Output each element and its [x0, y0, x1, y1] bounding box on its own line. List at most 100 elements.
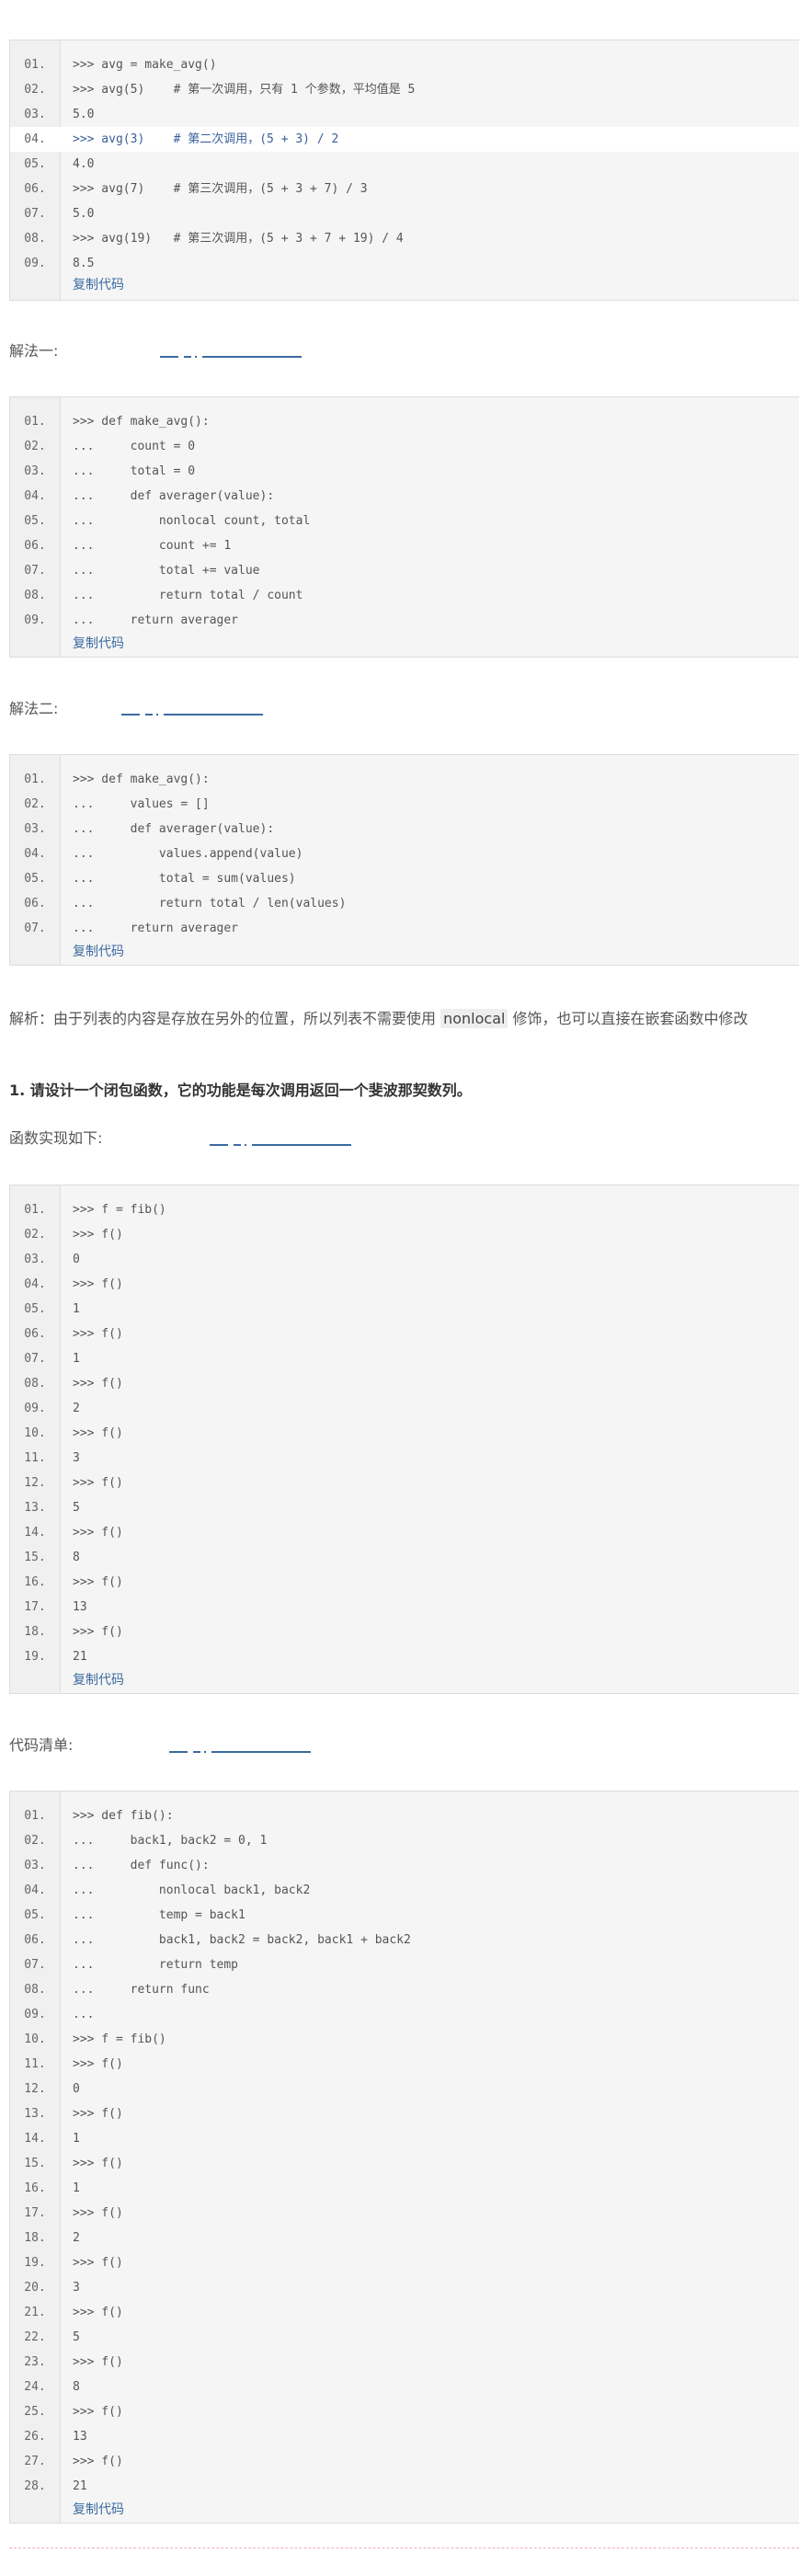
line-number: 03.	[24, 1859, 46, 1872]
inline-code-nonlocal: nonlocal	[440, 1009, 508, 1028]
line-number: 20.	[24, 2281, 46, 2295]
code-text: 8	[73, 1551, 80, 1564]
listing-label: 代码清单:	[9, 1736, 74, 1754]
line-number: 25.	[24, 2405, 46, 2419]
code-text: 2	[73, 1402, 80, 1415]
code-line: 14. >>> f()	[10, 1520, 799, 1545]
code-text: 5.0	[73, 207, 95, 221]
code-line: 18. 2	[10, 2226, 799, 2250]
code-text: ... back1, back2 = 0, 1	[73, 1834, 268, 1848]
code-line: 05. ... temp = back1	[10, 1903, 799, 1928]
line-number: 22.	[24, 2330, 46, 2344]
copy-code-button[interactable]: 复制代码	[73, 634, 124, 652]
code-line: 07. 1	[10, 1346, 799, 1371]
line-number: 14.	[24, 2132, 46, 2146]
code-line: 11. 3	[10, 1446, 799, 1471]
copy-code-button[interactable]: 复制代码	[73, 275, 124, 293]
code-text: 5	[73, 1501, 80, 1515]
line-number: 01.	[24, 1809, 46, 1823]
code-line: 19. 21	[10, 1644, 799, 1669]
line-number: 27.	[24, 2455, 46, 2468]
line-number: 09.	[24, 257, 46, 270]
code-text: 3	[73, 1451, 80, 1465]
article-page: 01. >>> avg = make_avg() 02. >>> avg(5) # 第…	[0, 0, 799, 2576]
code-text: >>> f()	[73, 1377, 123, 1391]
code-text: ... nonlocal back1, back2	[73, 1883, 311, 1897]
code-text: >>> f()	[73, 2107, 123, 2121]
code-text: >>> def make_avg():	[73, 773, 210, 786]
line-number: 07.	[24, 1958, 46, 1972]
code-line: 04. >>> avg(3) # 第二次调用，(5 + 3) / 2	[10, 127, 799, 152]
code-text: 4.0	[73, 157, 95, 171]
code-line: 28. 21	[10, 2474, 799, 2499]
code-text: ... nonlocal count, total	[73, 514, 311, 528]
code-line: 14. 1	[10, 2126, 799, 2151]
line-number: 05.	[24, 514, 46, 528]
code-text: 13	[73, 2430, 87, 2444]
code-line: 13. 5	[10, 1495, 799, 1520]
line-number: 06.	[24, 897, 46, 910]
code-line: 07. 5.0	[10, 201, 799, 226]
code-line: 15. 8	[10, 1545, 799, 1570]
code-line: 06. >>> avg(7) # 第三次调用，(5 + 3 + 7) / 3	[10, 177, 799, 201]
code-text: >>> f()	[73, 1228, 123, 1242]
line-number: 18.	[24, 1625, 46, 1639]
code-line: 04. ... values.append(value)	[10, 841, 799, 866]
line-number: 04.	[24, 489, 46, 503]
line-number: 08.	[24, 232, 46, 246]
code-text: >>> f = fib()	[73, 2032, 166, 2046]
code-text: ... temp = back1	[73, 1908, 245, 1922]
code-line: 04. ... nonlocal back1, back2	[10, 1878, 799, 1903]
line-number: 02.	[24, 1228, 46, 1242]
code-text: ... total += value	[73, 564, 260, 578]
code-line: 03. 0	[10, 1247, 799, 1272]
copy-code-button[interactable]: 复制代码	[73, 942, 124, 960]
line-number: 03.	[24, 822, 46, 836]
analysis-text-end: 修饰，也可以直接在嵌套函数中修改	[508, 1010, 748, 1027]
code-text: >>> avg(19) # 第三次调用，(5 + 3 + 7 + 19) / 4	[73, 232, 404, 246]
question-heading: 1. 请设计一个闭包函数，它的功能是每次调用返回一个斐波那契数列。	[9, 1082, 472, 1099]
code-text: ...	[73, 2008, 95, 2021]
code-text: ... return averager	[73, 613, 239, 627]
decorative-underline	[169, 1751, 311, 1753]
code-line: 05. ... total = sum(values)	[10, 866, 799, 891]
line-number: 09.	[24, 2008, 46, 2021]
code-text: >>> f()	[73, 1575, 123, 1589]
line-number: 06.	[24, 182, 46, 196]
code-text: ... back1, back2 = back2, back1 + back2	[73, 1933, 411, 1947]
copy-code-button[interactable]: 复制代码	[73, 2500, 124, 2518]
code-line: 18. >>> f()	[10, 1620, 799, 1644]
line-number: 02.	[24, 440, 46, 453]
code-text: >>> avg(7) # 第三次调用，(5 + 3 + 7) / 3	[73, 182, 368, 196]
line-number: 12.	[24, 1476, 46, 1490]
code-text: 21	[73, 1650, 87, 1664]
code-line: 01. >>> def fib():	[10, 1803, 799, 1828]
code-text: >>> f()	[73, 1277, 123, 1291]
code-text: >>> f()	[73, 2355, 123, 2369]
code-line: 27. >>> f()	[10, 2449, 799, 2474]
code-line: 08. ... return total / count	[10, 583, 799, 608]
code-text: ... values = []	[73, 797, 210, 811]
code-line: 09. 8.5	[10, 251, 799, 276]
copy-code-button[interactable]: 复制代码	[73, 1670, 124, 1689]
line-number: 13.	[24, 2107, 46, 2121]
code-line: 15. >>> f()	[10, 2151, 799, 2176]
line-number: 05.	[24, 872, 46, 886]
code-text: 3	[73, 2281, 80, 2295]
code-line: 10. >>> f()	[10, 1421, 799, 1446]
line-number: 24.	[24, 2380, 46, 2394]
code-text: 1	[73, 2181, 80, 2195]
solution-1-label: 解法一:	[9, 342, 59, 360]
line-number: 03.	[24, 464, 46, 478]
code-block: 01. >>> avg = make_avg() 02. >>> avg(5) # 第…	[9, 40, 799, 301]
code-text: 8.5	[73, 257, 95, 270]
code-text: >>> f()	[73, 2157, 123, 2170]
line-number: 17.	[24, 1600, 46, 1614]
code-line: 26. 13	[10, 2424, 799, 2449]
line-number: 11.	[24, 1451, 46, 1465]
line-number: 07.	[24, 1352, 46, 1366]
code-text: >>> f()	[73, 1327, 123, 1341]
code-text: 5.0	[73, 108, 95, 121]
line-number: 06.	[24, 1327, 46, 1341]
code-line: 01. >>> def make_avg():	[10, 409, 799, 434]
